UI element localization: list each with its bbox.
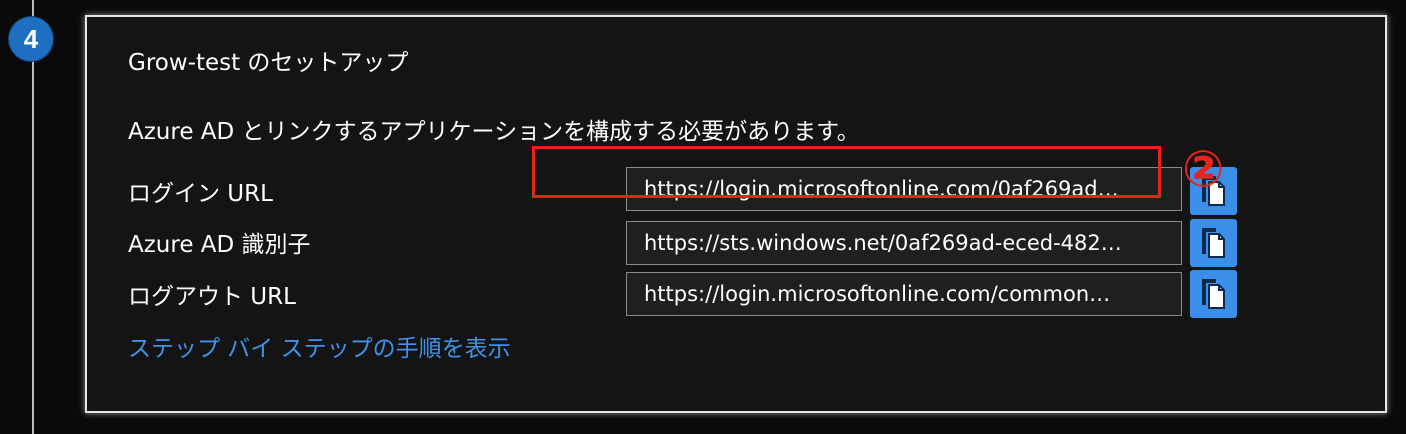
azure-ad-identifier-label: Azure AD 識別子	[128, 232, 311, 258]
setup-card: Grow-test のセットアップ Azure AD とリンクするアプリケーショ…	[85, 15, 1387, 413]
copy-azure-ad-identifier-button[interactable]	[1190, 219, 1237, 267]
login-url-field[interactable]: https://login.microsoftonline.com/0af269…	[626, 167, 1182, 211]
azure-ad-identifier-field[interactable]: https://sts.windows.net/0af269ad-eced-48…	[626, 221, 1182, 265]
copy-logout-url-button[interactable]	[1190, 270, 1237, 318]
step-number-badge: 4	[9, 17, 53, 61]
step-connector-line	[32, 0, 34, 434]
card-title: Grow-test のセットアップ	[128, 50, 409, 76]
copy-icon	[1201, 279, 1225, 309]
logout-url-field[interactable]: https://login.microsoftonline.com/common…	[626, 272, 1182, 316]
card-description: Azure AD とリンクするアプリケーションを構成する必要があります。	[128, 119, 860, 145]
login-url-label: ログイン URL	[128, 181, 273, 207]
logout-url-label: ログアウト URL	[128, 284, 296, 310]
annotation-callout-number: ②	[1182, 140, 1225, 198]
copy-icon	[1201, 228, 1225, 258]
stage: 4 Grow-test のセットアップ Azure AD とリンクするアプリケー…	[0, 0, 1406, 434]
step-by-step-instructions-link[interactable]: ステップ バイ ステップの手順を表示	[128, 329, 511, 363]
